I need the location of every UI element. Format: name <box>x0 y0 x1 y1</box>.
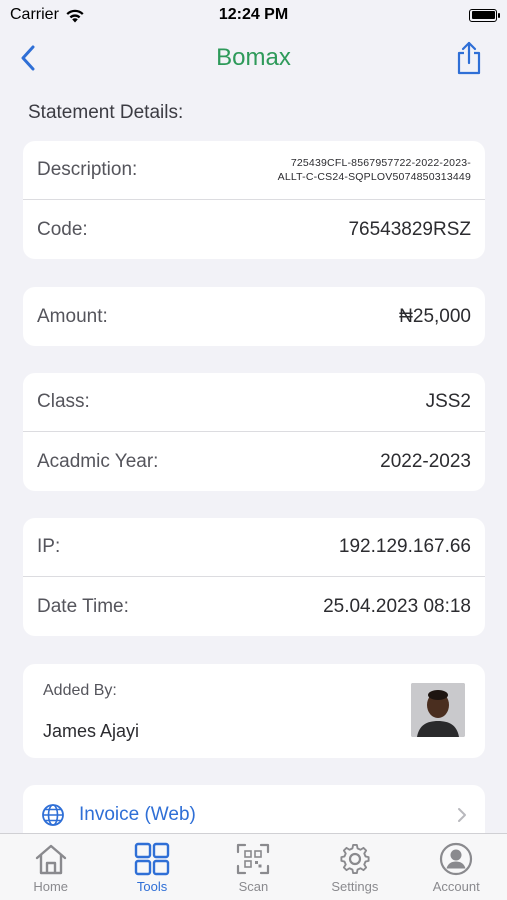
person-circle-icon <box>440 842 473 876</box>
chevron-right-icon <box>458 808 466 822</box>
tab-settings[interactable]: Settings <box>307 834 403 894</box>
statement-content[interactable]: Statement Details: Description: 725439CF… <box>0 98 507 833</box>
amount-row: Amount: ₦25,000 <box>23 287 485 346</box>
page-title: Bomax <box>216 44 291 71</box>
ip-label: IP: <box>37 536 61 557</box>
class-value: JSS2 <box>425 391 471 412</box>
gear-icon <box>340 844 370 874</box>
description-value: 725439CFL-8567957722-2022-2023- ALLT-C-C… <box>278 156 471 184</box>
description-value-line1: 725439CFL-8567957722-2022-2023- <box>290 157 471 169</box>
academic-year-label: Acadmic Year: <box>37 450 159 472</box>
amount-label: Amount: <box>37 305 108 327</box>
wifi-icon <box>66 9 84 22</box>
back-button[interactable] <box>10 40 46 76</box>
amount-value: ₦25,000 <box>399 305 471 327</box>
section-title: Statement Details: <box>28 102 184 123</box>
tab-tools-label: Tools <box>136 879 168 894</box>
tab-scan[interactable]: Scan <box>205 834 301 894</box>
invoice-web-link[interactable]: Invoice (Web) <box>23 785 485 833</box>
tab-scan-label: Scan <box>238 879 269 894</box>
tab-home[interactable]: Home <box>3 834 99 894</box>
class-card: Class: JSS2 Acadmic Year: 2022-2023 <box>23 373 485 491</box>
amount-card: Amount: ₦25,000 <box>23 287 485 346</box>
description-label: Description: <box>37 159 138 180</box>
academic-year-value: 2022-2023 <box>380 450 471 472</box>
qr-scan-icon <box>237 843 270 875</box>
tab-account-label: Account <box>432 879 480 894</box>
added-by-card: Added By: James Ajayi <box>23 664 485 758</box>
class-label: Class: <box>37 391 90 412</box>
carrier-label: Carrier <box>10 6 59 23</box>
tab-tools[interactable]: Tools <box>104 834 200 894</box>
tab-account[interactable]: Account <box>408 834 504 894</box>
code-row: Code: 76543829RSZ <box>23 200 485 259</box>
academic-year-row: Acadmic Year: 2022-2023 <box>23 432 485 491</box>
added-by-name: James Ajayi <box>43 721 140 741</box>
grid-icon <box>134 842 170 876</box>
chevron-left-icon <box>21 45 35 71</box>
globe-icon <box>42 804 64 826</box>
status-bar: Carrier 12:24 PM <box>0 0 507 30</box>
description-row: Description: 725439CFL-8567957722-2022-2… <box>23 141 485 200</box>
ip-value: 192.129.167.66 <box>338 536 471 557</box>
datetime-label: Date Time: <box>37 595 129 617</box>
share-button[interactable] <box>451 38 487 78</box>
invoice-card: Invoice (Web) <box>23 785 485 833</box>
added-by-label: Added By: <box>43 682 117 699</box>
status-left: Carrier <box>10 6 85 24</box>
battery-icon <box>469 8 500 22</box>
code-label: Code: <box>37 218 88 240</box>
tab-settings-label: Settings <box>331 879 379 894</box>
house-icon <box>35 844 66 875</box>
code-value: 76543829RSZ <box>348 218 471 240</box>
description-value-line2: ALLT-C-CS24-SQPLOV5074850313449 <box>277 171 471 183</box>
tab-home-label: Home <box>33 879 69 894</box>
datetime-value: 25.04.2023 08:18 <box>323 595 471 617</box>
tab-bar: Home Tools Scan Settings Account <box>0 833 507 900</box>
datetime-row: Date Time: 25.04.2023 08:18 <box>23 577 485 636</box>
class-row: Class: JSS2 <box>23 373 485 432</box>
navigation-bar: Bomax <box>0 36 507 80</box>
ip-row: IP: 192.129.167.66 <box>23 518 485 577</box>
avatar-photo <box>411 683 465 737</box>
ip-card: IP: 192.129.167.66 Date Time: 25.04.2023… <box>23 518 485 636</box>
invoice-web-label: Invoice (Web) <box>79 804 196 825</box>
identifier-card: Description: 725439CFL-8567957722-2022-2… <box>23 141 485 259</box>
share-icon <box>457 41 481 75</box>
avatar <box>411 683 465 737</box>
